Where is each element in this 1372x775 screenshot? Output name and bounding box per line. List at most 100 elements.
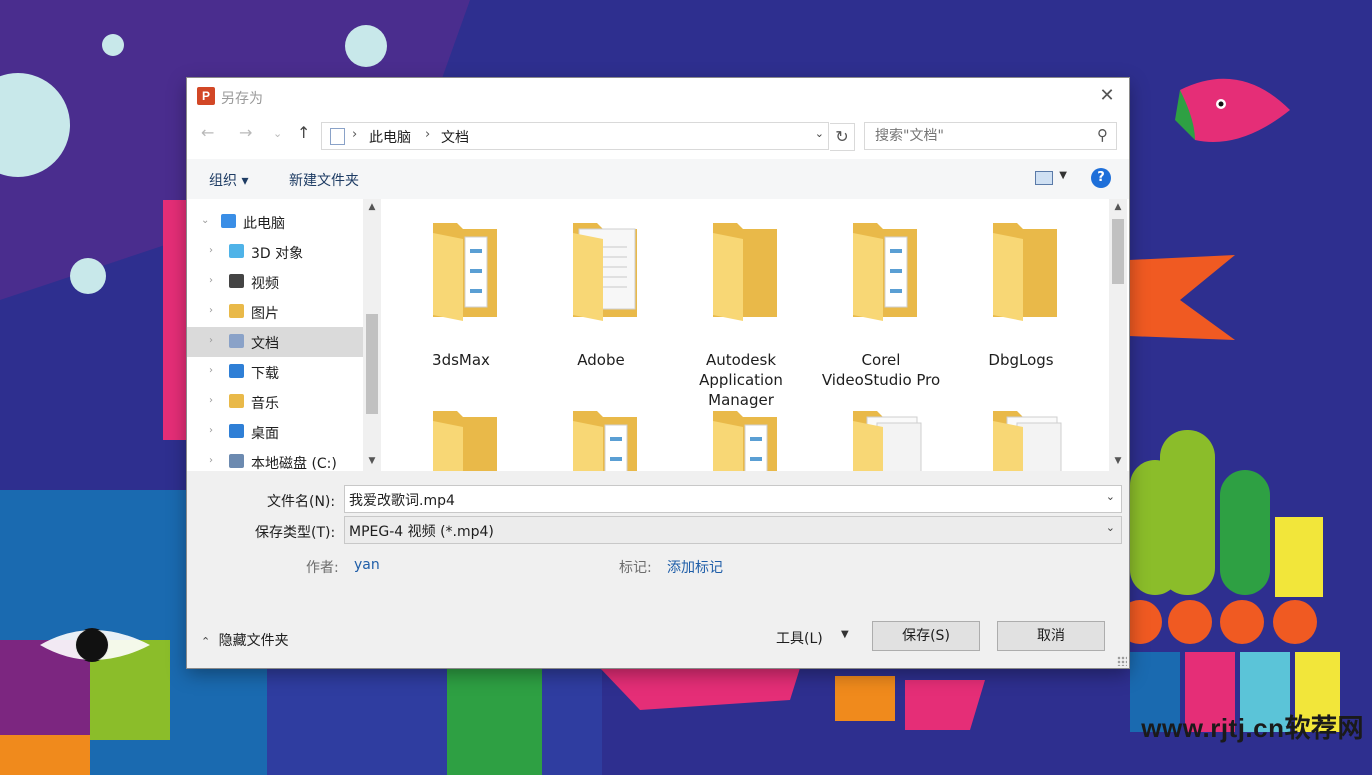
- sidebar-item[interactable]: ⌄ 此电脑: [187, 207, 363, 237]
- music-icon: [229, 394, 244, 408]
- folder-label: Corel VideoStudio Pro: [821, 351, 941, 389]
- chevron-right-icon[interactable]: ›: [425, 127, 430, 142]
- folder-item[interactable]: Corel VideoStudio Pro: [821, 219, 941, 389]
- add-tags-link[interactable]: 添加标记: [667, 557, 723, 577]
- refresh-button[interactable]: ↻: [830, 123, 855, 151]
- navigation-tree: ⌄ 此电脑 › 3D 对象 › 视频 › 图片 › 文档 › 下载 › 音乐 › 桌面 › 本地磁盘 (C:): [187, 199, 363, 472]
- folder-item[interactable]: 3dsMax: [401, 219, 521, 389]
- breadcrumb-this-pc[interactable]: 此电脑: [369, 127, 411, 147]
- tree-scrollbar[interactable]: ▲ ▼: [363, 199, 381, 471]
- file-list: 3dsMax Adobe Autodesk Application Manager C…: [383, 199, 1108, 471]
- filetype-select[interactable]: MPEG-4 视频 (*.mp4) ⌄: [344, 516, 1122, 544]
- filename-label: 文件名(N):: [267, 494, 336, 510]
- folder-icon: [987, 407, 1062, 471]
- 3d-objects-icon: [229, 244, 244, 258]
- chevron-down-icon[interactable]: ⌄: [201, 215, 209, 226]
- hide-folders-toggle[interactable]: ⌃ 隐藏文件夹: [201, 630, 289, 650]
- documents-icon: [330, 128, 345, 145]
- sidebar-item[interactable]: › 视频: [187, 267, 363, 297]
- folder-label: Autodesk Application Manager: [699, 351, 783, 409]
- organize-menu[interactable]: 组织 ▾: [209, 170, 248, 190]
- file-list-scrollbar-thumb[interactable]: [1112, 219, 1124, 284]
- sidebar-item-label: 此电脑: [243, 216, 285, 232]
- folder-item[interactable]: [681, 407, 801, 471]
- chevron-right-icon[interactable]: ›: [209, 365, 213, 376]
- chevron-right-icon[interactable]: ›: [209, 245, 213, 256]
- sidebar-item[interactable]: › 图片: [187, 297, 363, 327]
- tags-label: 标记:: [619, 560, 652, 576]
- recent-locations-chevron-icon[interactable]: ⌄: [273, 127, 282, 140]
- folder-icon: [847, 219, 917, 321]
- folder-icon: [427, 407, 497, 471]
- up-arrow-icon[interactable]: ↑: [297, 123, 310, 142]
- sidebar-item[interactable]: › 文档: [187, 327, 363, 357]
- chevron-right-icon[interactable]: ›: [209, 395, 213, 406]
- sidebar-item[interactable]: › 3D 对象: [187, 237, 363, 267]
- folder-icon: [987, 219, 1057, 321]
- sidebar-item[interactable]: › 桌面: [187, 417, 363, 447]
- sidebar-item[interactable]: › 下载: [187, 357, 363, 387]
- author-value[interactable]: yan: [354, 557, 380, 573]
- drive-icon: [229, 454, 244, 468]
- computer-icon: [221, 214, 236, 228]
- new-folder-button[interactable]: 新建文件夹: [289, 170, 359, 190]
- scroll-down-icon[interactable]: ▼: [1109, 453, 1127, 469]
- scroll-down-icon[interactable]: ▼: [363, 453, 381, 469]
- filetype-value: MPEG-4 视频 (*.mp4): [349, 524, 494, 540]
- chevron-down-icon[interactable]: ▼: [841, 629, 849, 640]
- chevron-right-icon[interactable]: ›: [209, 305, 213, 316]
- chevron-down-icon[interactable]: ⌄: [815, 127, 824, 140]
- chevron-down-icon[interactable]: ⌄: [1106, 521, 1115, 534]
- chevron-right-icon[interactable]: ›: [209, 275, 213, 286]
- folder-item[interactable]: [541, 407, 661, 471]
- sidebar-item-label: 3D 对象: [251, 246, 304, 262]
- folder-item[interactable]: Autodesk Application Manager: [681, 219, 801, 409]
- folder-item[interactable]: [821, 407, 941, 471]
- search-box[interactable]: ⚲: [864, 122, 1117, 150]
- file-list-scrollbar[interactable]: ▲ ▼: [1109, 199, 1127, 471]
- sidebar-item-label: 音乐: [251, 396, 279, 412]
- folder-icon: [427, 219, 497, 321]
- search-input[interactable]: [873, 123, 1087, 149]
- close-button[interactable]: ✕: [1095, 84, 1119, 108]
- main-pane: ⌄ 此电脑 › 3D 对象 › 视频 › 图片 › 文档 › 下载 › 音乐 › 桌面 › 本地磁盘 (C:) ▲…: [187, 199, 1129, 472]
- chevron-right-icon[interactable]: ›: [209, 425, 213, 436]
- tree-scrollbar-thumb[interactable]: [366, 314, 378, 414]
- folder-item[interactable]: DbgLogs: [961, 219, 1081, 389]
- scroll-up-icon[interactable]: ▲: [363, 199, 381, 215]
- author-label: 作者:: [306, 560, 339, 576]
- cancel-button[interactable]: 取消: [997, 621, 1105, 651]
- address-bar[interactable]: › 此电脑 › 文档 ⌄: [321, 122, 829, 150]
- chevron-up-icon: ⌃: [201, 635, 211, 648]
- chevron-right-icon[interactable]: ›: [209, 455, 213, 466]
- tools-menu[interactable]: 工具(L): [776, 628, 823, 648]
- command-toolbar: 组织 ▾ 新建文件夹 ▼ ?: [187, 159, 1129, 199]
- sidebar-item-label: 下载: [251, 366, 279, 382]
- scroll-up-icon[interactable]: ▲: [1109, 199, 1127, 215]
- help-icon[interactable]: ?: [1091, 168, 1111, 188]
- chevron-down-icon[interactable]: ▼: [1059, 170, 1067, 181]
- chevron-right-icon[interactable]: ›: [352, 127, 357, 142]
- folder-icon: [847, 407, 922, 471]
- sidebar-item[interactable]: › 音乐: [187, 387, 363, 417]
- save-form: 文件名(N): 我爱改歌词.mp4 ⌄ 保存类型(T): MPEG-4 视频 (…: [187, 471, 1129, 668]
- chevron-down-icon[interactable]: ⌄: [1106, 490, 1115, 503]
- folder-item[interactable]: Adobe: [541, 219, 661, 389]
- resize-grip-icon[interactable]: [1117, 656, 1127, 666]
- breadcrumb-documents[interactable]: 文档: [441, 127, 469, 147]
- address-row: ← → ⌄ ↑ › 此电脑 › 文档 ⌄ ↻ ⚲: [187, 114, 1129, 159]
- folder-icon: [707, 219, 777, 321]
- hide-folders-label: 隐藏文件夹: [218, 633, 289, 649]
- forward-arrow-icon[interactable]: →: [239, 123, 252, 142]
- filename-value[interactable]: 我爱改歌词.mp4: [349, 490, 455, 510]
- folder-item[interactable]: [401, 407, 521, 471]
- folder-icon: [567, 219, 637, 321]
- filename-field[interactable]: 我爱改歌词.mp4 ⌄: [344, 485, 1122, 513]
- folder-icon: [567, 407, 637, 471]
- view-options-icon[interactable]: [1035, 171, 1053, 185]
- chevron-right-icon[interactable]: ›: [209, 335, 213, 346]
- dialog-title: 另存为: [221, 91, 263, 107]
- back-arrow-icon[interactable]: ←: [201, 123, 214, 142]
- save-button[interactable]: 保存(S): [872, 621, 980, 651]
- folder-item[interactable]: [961, 407, 1081, 471]
